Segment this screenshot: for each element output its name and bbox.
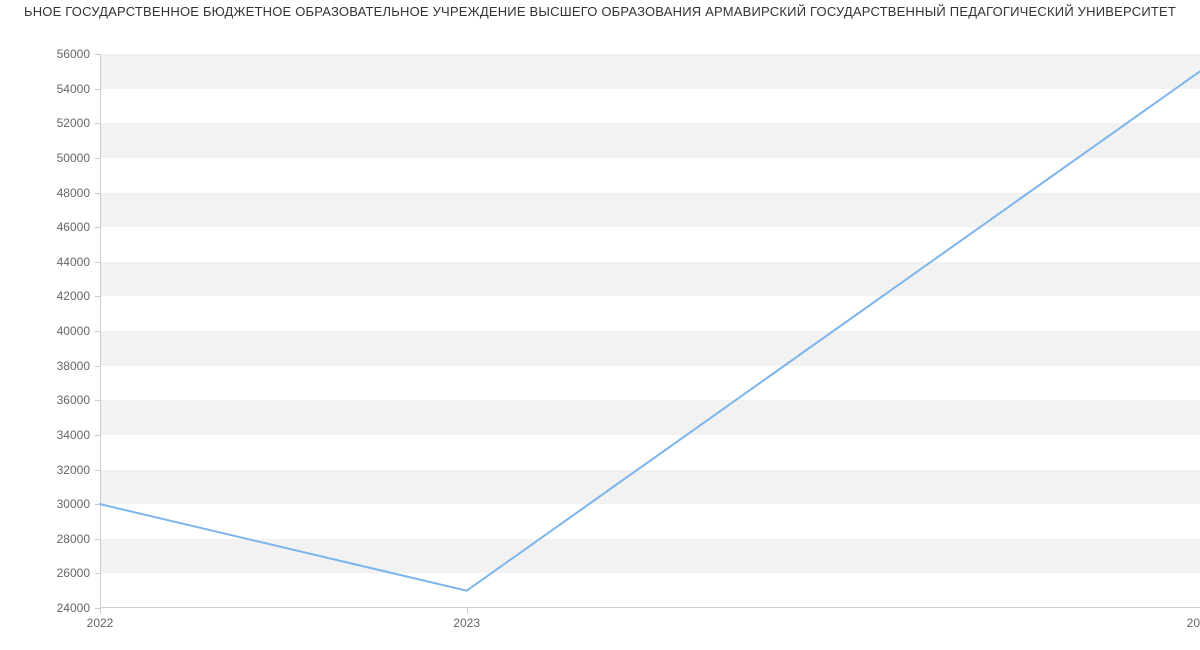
x-tick-mark <box>100 608 101 613</box>
y-tick-label: 54000 <box>57 82 90 96</box>
y-tick-mark <box>95 435 100 436</box>
y-tick-mark <box>95 331 100 332</box>
y-tick-mark <box>95 89 100 90</box>
y-tick-label: 24000 <box>57 601 90 615</box>
y-tick-label: 50000 <box>57 151 90 165</box>
chart-svg <box>100 54 1200 608</box>
chart-title: ЬНОЕ ГОСУДАРСТВЕННОЕ БЮДЖЕТНОЕ ОБРАЗОВАТ… <box>0 4 1200 19</box>
x-tick-label: 2025 <box>1187 616 1200 630</box>
y-tick-label: 32000 <box>57 463 90 477</box>
x-tick-label: 2022 <box>87 616 114 630</box>
y-tick-mark <box>95 470 100 471</box>
y-tick-mark <box>95 193 100 194</box>
y-tick-label: 34000 <box>57 428 90 442</box>
y-tick-label: 56000 <box>57 47 90 61</box>
y-tick-label: 42000 <box>57 289 90 303</box>
chart-container: ЬНОЕ ГОСУДАРСТВЕННОЕ БЮДЖЕТНОЕ ОБРАЗОВАТ… <box>0 0 1200 650</box>
y-tick-mark <box>95 123 100 124</box>
plot-area: 2400026000280003000032000340003600038000… <box>100 54 1200 608</box>
x-tick-mark <box>467 608 468 613</box>
y-tick-mark <box>95 366 100 367</box>
y-tick-label: 38000 <box>57 359 90 373</box>
y-tick-mark <box>95 296 100 297</box>
y-tick-label: 30000 <box>57 497 90 511</box>
y-tick-label: 52000 <box>57 116 90 130</box>
y-tick-label: 46000 <box>57 220 90 234</box>
y-tick-label: 44000 <box>57 255 90 269</box>
y-tick-label: 48000 <box>57 186 90 200</box>
y-tick-mark <box>95 573 100 574</box>
y-tick-mark <box>95 262 100 263</box>
y-tick-label: 36000 <box>57 393 90 407</box>
y-tick-mark <box>95 227 100 228</box>
x-tick-label: 2023 <box>453 616 480 630</box>
y-tick-mark <box>95 504 100 505</box>
y-tick-label: 26000 <box>57 566 90 580</box>
data-series-line <box>100 71 1200 590</box>
y-tick-mark <box>95 539 100 540</box>
y-tick-mark <box>95 158 100 159</box>
y-tick-label: 40000 <box>57 324 90 338</box>
y-tick-label: 28000 <box>57 532 90 546</box>
y-tick-mark <box>95 54 100 55</box>
y-tick-mark <box>95 400 100 401</box>
